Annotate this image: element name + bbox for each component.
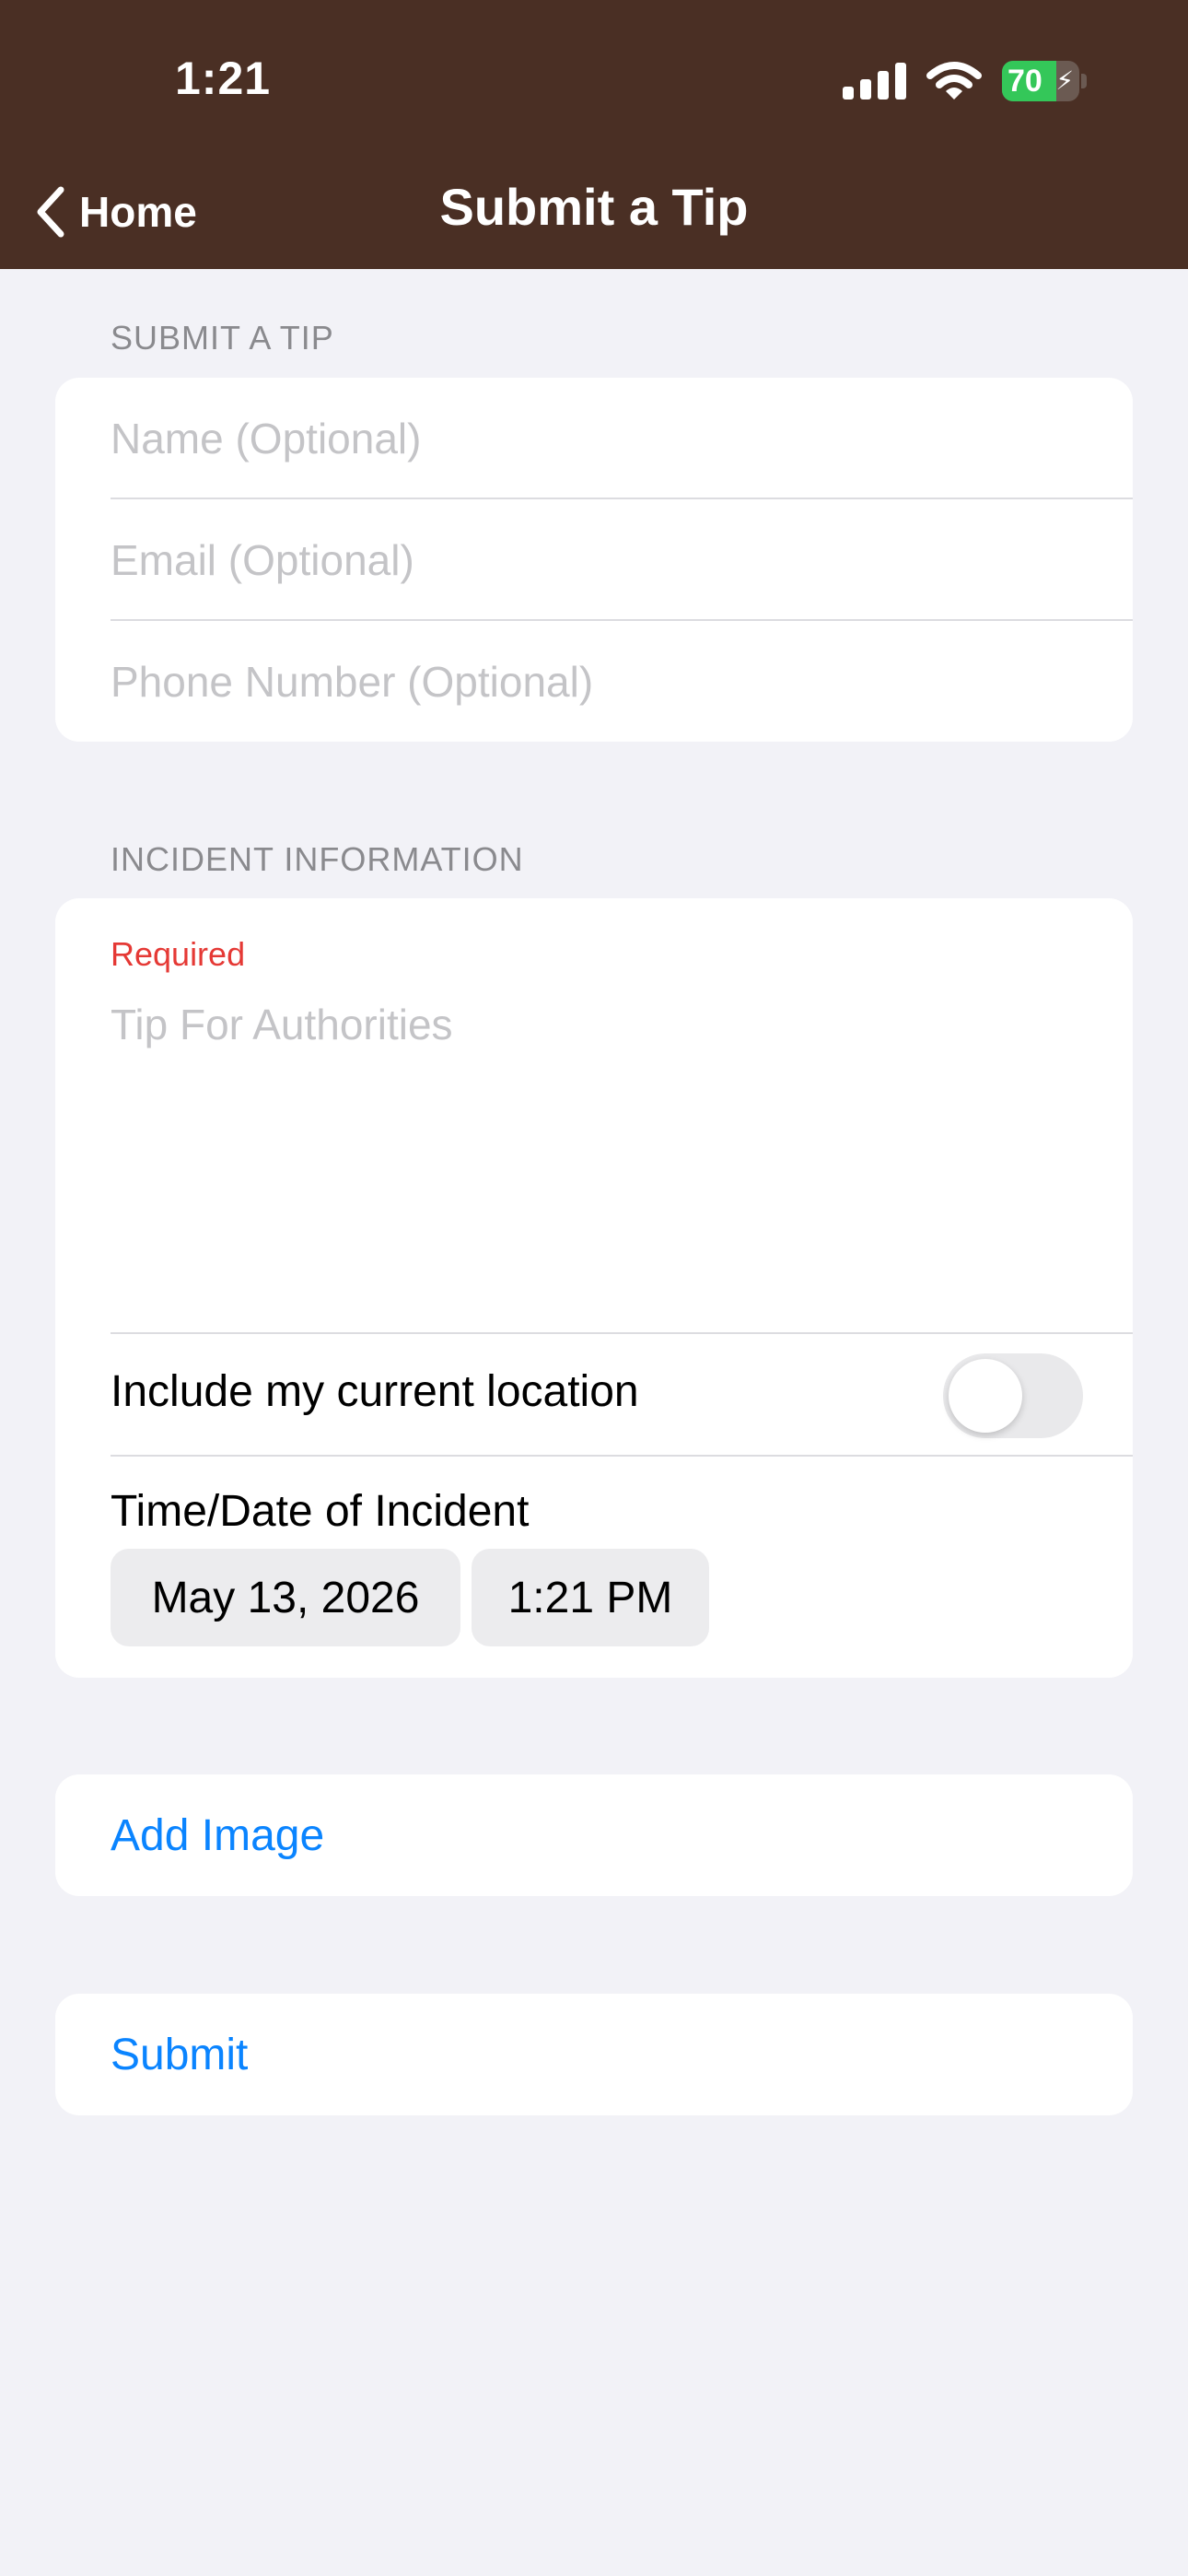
add-image-button[interactable]: Add Image xyxy=(111,1774,1133,1896)
battery-level: 70 xyxy=(1007,64,1042,99)
add-image-card: Add Image xyxy=(55,1774,1133,1896)
back-button[interactable]: Home xyxy=(33,175,197,249)
divider xyxy=(111,1455,1133,1457)
required-label: Required xyxy=(111,935,246,973)
status-time: 1:21 xyxy=(175,53,272,104)
email-field-row xyxy=(111,499,1133,620)
name-field-row xyxy=(111,378,1133,498)
phone-field-row xyxy=(111,621,1133,742)
name-input[interactable] xyxy=(111,413,1133,463)
status-icons: 70 ⚡ xyxy=(843,57,1087,105)
battery-nub xyxy=(1081,74,1087,88)
date-picker-button[interactable]: May 13, 2026 xyxy=(111,1549,460,1646)
back-button-label: Home xyxy=(79,188,197,236)
section-header-incident-information: INCIDENT INFORMATION xyxy=(111,840,524,878)
cellular-signal-icon xyxy=(843,63,906,100)
toggle-knob xyxy=(949,1359,1022,1433)
submit-card: Submit xyxy=(55,1994,1133,2115)
section-header-submit-a-tip: SUBMIT A TIP xyxy=(111,319,334,357)
charging-bolt-icon: ⚡ xyxy=(1055,66,1074,95)
navigation-bar: 1:21 70 ⚡ Home Submit a Tip xyxy=(0,0,1188,269)
tip-textarea[interactable] xyxy=(111,1000,1077,1276)
location-toggle-label: Include my current location xyxy=(111,1367,639,1416)
datetime-label: Time/Date of Incident xyxy=(111,1487,530,1536)
divider xyxy=(111,1332,1133,1334)
wifi-icon xyxy=(926,62,982,100)
chevron-left-icon xyxy=(37,186,64,238)
email-input[interactable] xyxy=(111,534,1133,585)
phone-input[interactable] xyxy=(111,656,1133,707)
battery-icon: 70 ⚡ xyxy=(1002,61,1079,101)
time-picker-button[interactable]: 1:21 PM xyxy=(472,1549,709,1646)
incident-card: Required Include my current location Tim… xyxy=(55,898,1133,1678)
location-toggle[interactable] xyxy=(943,1353,1083,1438)
contact-card xyxy=(55,378,1133,742)
submit-button[interactable]: Submit xyxy=(111,1994,1133,2115)
